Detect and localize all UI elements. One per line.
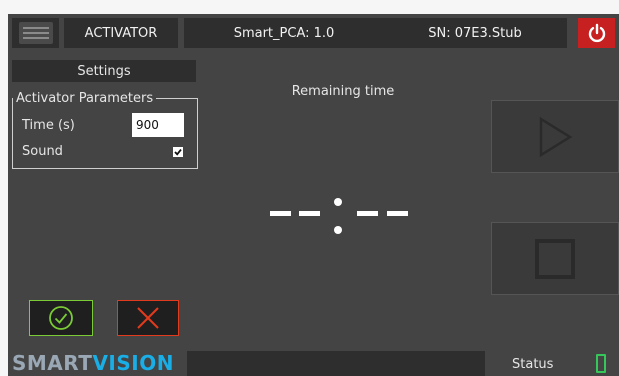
activator-parameters-title: Activator Parameters (13, 91, 157, 106)
settings-header: Settings (12, 60, 196, 82)
activator-screen: ACTIVATOR Smart_PCA: 1.0 SN: 07E3.Stub S… (8, 14, 619, 376)
time-label: Time (s) (22, 118, 75, 133)
hamburger-menu-icon (18, 22, 53, 44)
timer-colon-dot (334, 198, 342, 206)
smartvision-logo: SMARTVISION (12, 351, 184, 376)
timer-display (266, 184, 416, 244)
sound-label: Sound (22, 144, 63, 159)
device-model: Smart_PCA: 1.0 (184, 18, 384, 48)
status-indicator-icon (596, 354, 606, 373)
time-input[interactable] (132, 113, 184, 137)
power-button[interactable] (578, 18, 615, 48)
status-message-bar (187, 351, 485, 376)
status-label: Status (512, 357, 554, 372)
timer-digit-dash (270, 211, 291, 216)
sound-checkbox[interactable] (173, 147, 183, 157)
remaining-time-label: Remaining time (291, 84, 395, 99)
menu-button[interactable] (12, 18, 59, 48)
cancel-button[interactable] (117, 300, 179, 336)
logo-part-vision: VISION (92, 351, 174, 375)
app-title: ACTIVATOR (64, 18, 178, 48)
timer-colon-dot (334, 226, 342, 234)
timer-digit-dash (299, 211, 320, 216)
confirm-button[interactable] (29, 300, 93, 336)
power-icon (588, 23, 605, 43)
checkmark-icon (174, 149, 182, 156)
play-button[interactable] (491, 100, 619, 173)
timer-digit-dash (357, 211, 378, 216)
timer-digit-dash (387, 211, 408, 216)
serial-number: SN: 07E3.Stub (383, 18, 567, 48)
stop-icon (535, 238, 575, 279)
check-circle-icon (49, 306, 73, 330)
stop-button[interactable] (491, 222, 619, 295)
logo-part-smart: SMART (12, 351, 93, 375)
close-x-icon (137, 307, 159, 329)
play-icon (539, 116, 573, 157)
